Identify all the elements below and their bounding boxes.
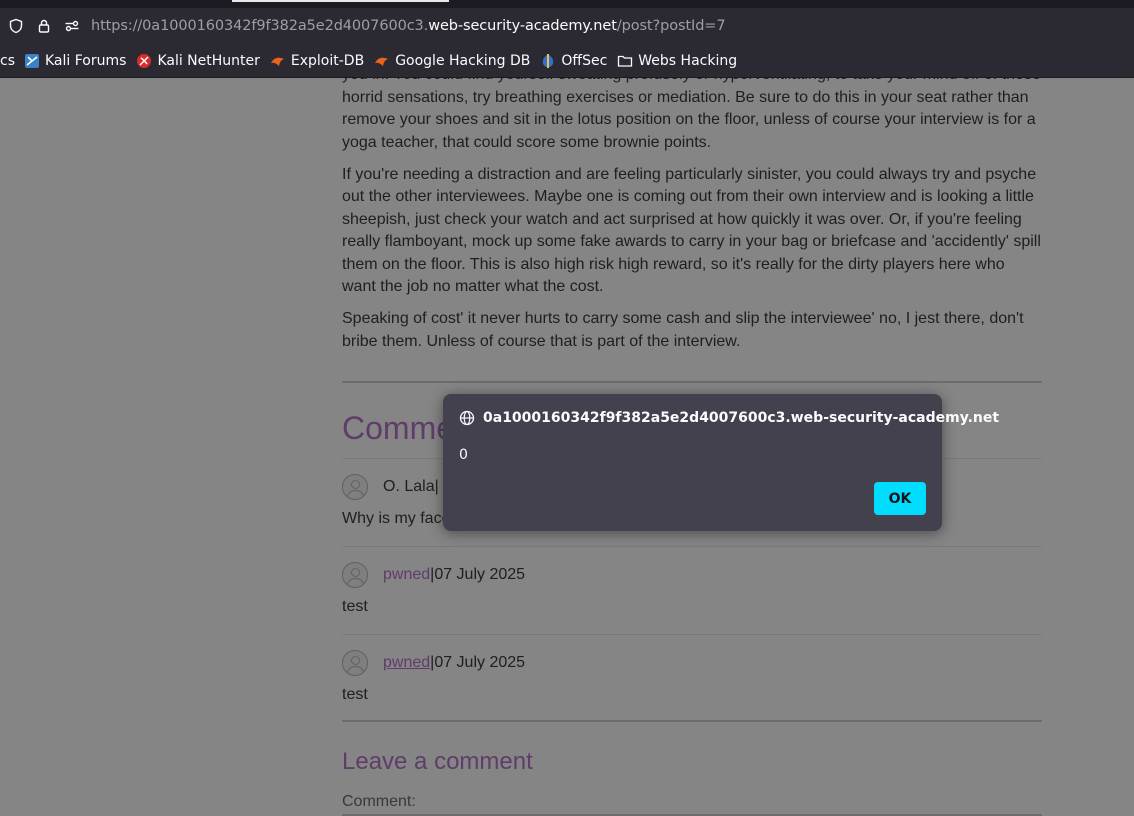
exploit-db-icon bbox=[270, 53, 286, 69]
offsec-icon bbox=[540, 53, 556, 69]
globe-icon bbox=[459, 410, 475, 426]
bookmark-ghdb[interactable]: Google Hacking DB bbox=[374, 53, 530, 69]
bookmark-folder-webs-hacking[interactable]: Webs Hacking bbox=[617, 53, 737, 69]
bookmark-cs[interactable]: cs bbox=[0, 53, 15, 69]
url-path: /post?postId=7 bbox=[616, 18, 726, 34]
url-bar[interactable]: https://0a1000160342f9f382a5e2d4007600c3… bbox=[0, 8, 1134, 44]
permissions-icon[interactable] bbox=[63, 17, 81, 35]
kali-nethunter-icon bbox=[136, 53, 152, 69]
shield-icon[interactable] bbox=[7, 17, 25, 35]
dialog-origin: 0a1000160342f9f382a5e2d4007600c3.web-sec… bbox=[483, 410, 1000, 426]
bookmark-exploit-db[interactable]: Exploit-DB bbox=[270, 53, 364, 69]
bookmark-label: Google Hacking DB bbox=[395, 52, 531, 69]
bookmarks-bar: cs Kali Forums Kali NetHunter Exploit-DB… bbox=[0, 44, 1134, 78]
url-prefix: https://0a1000160342f9f382a5e2d4007600c3… bbox=[91, 18, 429, 34]
bookmark-label: Kali Forums bbox=[45, 52, 127, 69]
bookmark-offsec[interactable]: OffSec bbox=[540, 53, 607, 69]
url-domain: web-security-academy.net bbox=[428, 18, 617, 34]
folder-icon bbox=[617, 53, 633, 69]
bookmark-label: Exploit-DB bbox=[290, 52, 365, 69]
lock-icon[interactable] bbox=[35, 17, 53, 35]
ghdb-icon bbox=[374, 53, 390, 69]
bookmark-label: cs bbox=[0, 52, 15, 69]
bookmark-kali-nethunter[interactable]: Kali NetHunter bbox=[136, 52, 260, 69]
bookmark-kali-forums[interactable]: Kali Forums bbox=[24, 53, 126, 69]
active-tab-indicator[interactable] bbox=[232, 0, 449, 2]
bookmark-label: Kali NetHunter bbox=[157, 52, 260, 69]
ok-button[interactable]: OK bbox=[874, 482, 926, 515]
alert-dialog: 0a1000160342f9f382a5e2d4007600c3.web-sec… bbox=[443, 394, 999, 531]
bookmark-label: Webs Hacking bbox=[638, 52, 738, 69]
tab-strip bbox=[0, 0, 1134, 8]
dialog-header: 0a1000160342f9f382a5e2d4007600c3.web-sec… bbox=[459, 410, 999, 426]
kali-forums-icon bbox=[24, 53, 40, 69]
dialog-message: 0 bbox=[459, 447, 468, 463]
url-text[interactable]: https://0a1000160342f9f382a5e2d4007600c3… bbox=[91, 18, 726, 34]
bookmark-label: OffSec bbox=[561, 52, 608, 69]
